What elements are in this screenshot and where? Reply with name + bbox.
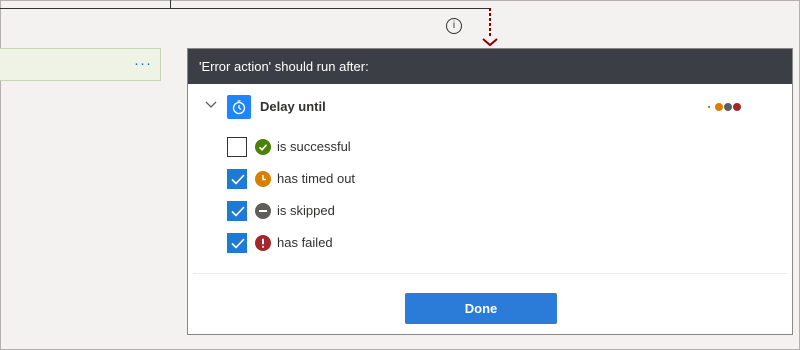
- connector-vertical-line: [170, 0, 171, 9]
- panel-title: 'Error action' should run after:: [188, 49, 792, 84]
- is-skipped-checkbox[interactable]: [227, 201, 247, 221]
- action-row: Delay until: [188, 95, 792, 119]
- timer-icon: [232, 100, 246, 115]
- check-circle-icon: [255, 139, 271, 155]
- exclamation-circle-icon: [255, 235, 271, 251]
- option-label: is successful: [277, 139, 351, 154]
- info-icon[interactable]: i: [446, 18, 462, 34]
- has-timed-out-checkbox[interactable]: [227, 169, 247, 189]
- checkmark-icon: [231, 238, 245, 249]
- checkmark-icon: [231, 206, 245, 217]
- minus-circle-icon: [255, 203, 271, 219]
- connector-horizontal-line: [0, 8, 490, 9]
- delay-action-icon: [227, 95, 251, 119]
- has-failed-checkbox[interactable]: [227, 233, 247, 253]
- run-after-panel: 'Error action' should run after: Delay u…: [187, 48, 793, 335]
- clock-icon: [255, 171, 271, 187]
- run-after-connector-arrow-icon: [482, 8, 498, 47]
- checkmark-icon: [231, 174, 245, 185]
- option-label: is skipped: [277, 203, 335, 218]
- option-label: has failed: [277, 235, 333, 250]
- done-button[interactable]: Done: [405, 293, 557, 324]
- divider: [193, 273, 787, 274]
- more-options-button[interactable]: ···: [134, 55, 152, 72]
- status-dots-icon: [708, 103, 741, 111]
- option-label: has timed out: [277, 171, 356, 186]
- is-successful-checkbox[interactable]: [227, 137, 247, 157]
- flow-connector-lines: [0, 0, 490, 9]
- previous-action-card[interactable]: ···: [0, 48, 161, 81]
- chevron-down-icon[interactable]: [205, 101, 217, 109]
- action-name: Delay until: [260, 99, 326, 114]
